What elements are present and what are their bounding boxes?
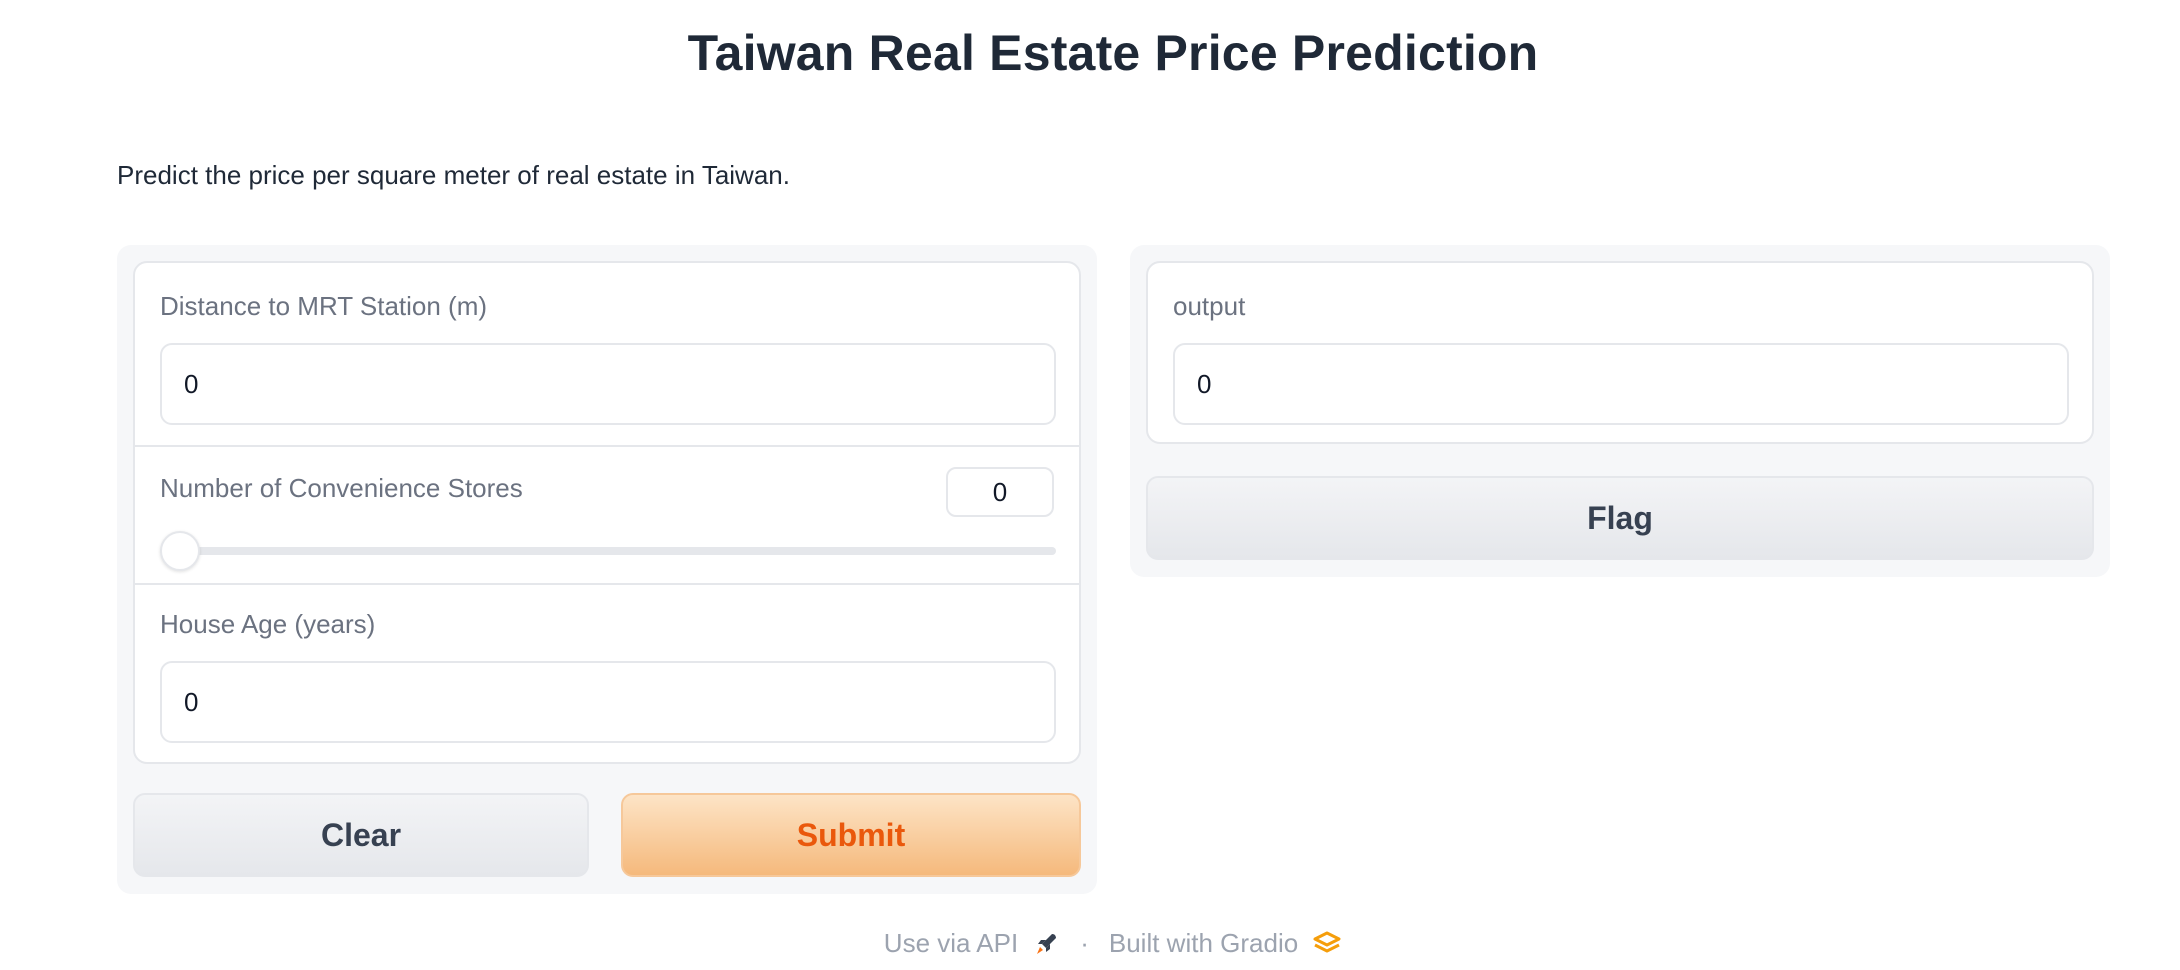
distance-label: Distance to MRT Station (m) — [160, 291, 488, 321]
submit-button[interactable]: Submit — [621, 793, 1081, 877]
output-label: output — [1173, 291, 1246, 321]
output-panel: output 0 Flag — [1130, 245, 2110, 577]
page-description: Predict the price per square meter of re… — [117, 160, 790, 190]
page-title: Taiwan Real Estate Price Prediction — [687, 25, 1539, 81]
output-textbox[interactable]: 0 — [1173, 343, 2069, 425]
rocket-icon — [1032, 930, 1060, 958]
gradio-app: Taiwan Real Estate Price Prediction Pred… — [0, 0, 2180, 970]
clear-button[interactable]: Clear — [133, 793, 589, 877]
footer-separator: · — [1080, 928, 1089, 958]
stores-number-input[interactable]: 0 — [946, 467, 1054, 517]
stores-slider-track[interactable] — [160, 547, 1056, 555]
output-field: output 0 — [1148, 263, 2092, 442]
age-label: House Age (years) — [160, 609, 376, 639]
gradio-logo-icon — [1312, 930, 1342, 958]
output-form: output 0 — [1146, 261, 2094, 444]
age-field: House Age (years) 0 — [135, 583, 1079, 762]
stores-label: Number of Convenience Stores — [160, 473, 523, 503]
built-with-gradio-link[interactable]: Built with Gradio — [1109, 928, 1298, 959]
age-input[interactable]: 0 — [160, 661, 1056, 743]
use-via-api-link[interactable]: Use via API — [884, 928, 1018, 959]
footer: Use via API · Built with Gradio — [0, 928, 2180, 959]
stores-field: Number of Convenience Stores 0 — [135, 445, 1079, 583]
input-form: Distance to MRT Station (m) 0 Number of … — [133, 261, 1081, 764]
stores-slider-thumb[interactable] — [160, 531, 200, 571]
input-panel: Distance to MRT Station (m) 0 Number of … — [117, 245, 1097, 894]
flag-button[interactable]: Flag — [1146, 476, 2094, 560]
distance-field: Distance to MRT Station (m) 0 — [135, 263, 1079, 445]
distance-input[interactable]: 0 — [160, 343, 1056, 425]
